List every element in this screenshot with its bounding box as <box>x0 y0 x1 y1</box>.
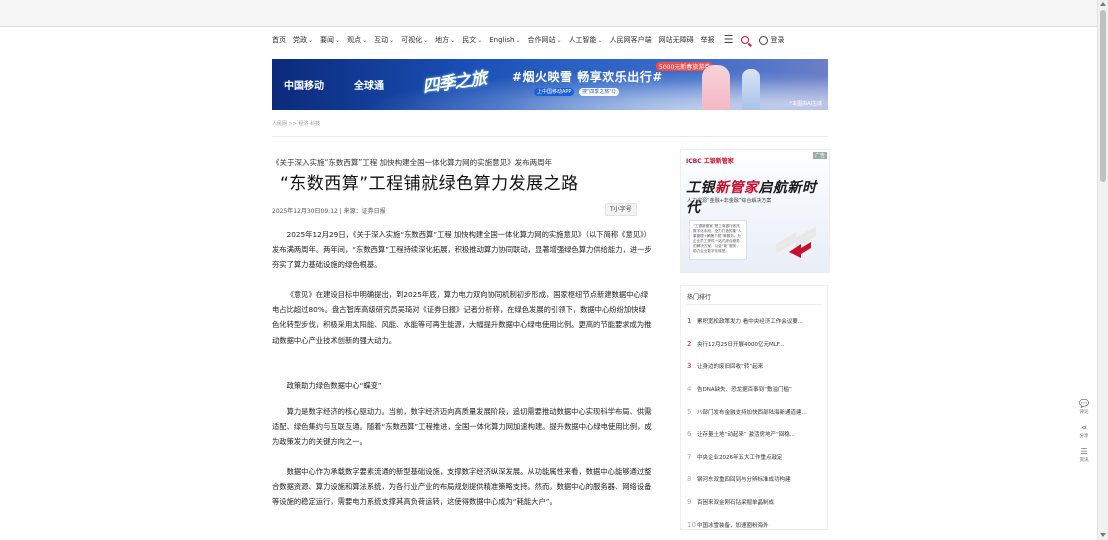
ad-tag: 广告 <box>812 152 827 159</box>
article-paragraph: 2025年12月29日，《关于深入实施“东数西算”工程 加快构建全国一体化算力网… <box>272 230 652 270</box>
nav-item-opinion[interactable]: 观点 ⌄ <box>347 35 367 45</box>
list-item[interactable]: 2 央行12月25日开展4000亿元MLF... <box>687 333 825 356</box>
nav-item-app[interactable]: 人民网客户端 <box>610 35 652 45</box>
banner-person-image-2 <box>742 69 760 110</box>
nav-item-visual[interactable]: 可视化 ⌄ <box>401 35 428 45</box>
divider <box>272 136 828 137</box>
news-icon: ☰ <box>1080 447 1088 456</box>
ad-arrows-graphic <box>776 226 816 258</box>
chevron-down-icon: ⌄ <box>362 36 368 44</box>
nav-item-partners[interactable]: 合作网站 ⌄ <box>528 35 562 45</box>
nav-item-ai[interactable]: 人工智能 ⌄ <box>569 35 603 45</box>
list-item[interactable]: 5 八部门发布金融支持加快西部陆海新通道建... <box>687 400 825 423</box>
article-kicker: 《关于深入实施“东数西算”工程 加快构建全国一体化算力网的实施意见》发布两周年 <box>272 158 553 167</box>
nav-item-accessibility[interactable]: 网站无障碍 <box>659 35 694 45</box>
nav-item-report[interactable]: 举报 <box>701 35 715 45</box>
browser-top-bar <box>0 0 1098 27</box>
floating-side-tools: 💬 评论 ⋖ 分享 ☰ 资讯 <box>1074 399 1094 471</box>
hamburger-menu-icon[interactable]: ☰ <box>724 34 734 45</box>
top-nav: 首页 党政 ⌄ 要闻 ⌄ 观点 ⌄ 互动 ⌄ 可视化 ⌄ 地方 ⌄ 民文 ⌄ English ⌄… <box>272 34 828 46</box>
user-icon <box>759 35 769 45</box>
chevron-down-icon: ⌄ <box>423 36 429 44</box>
nav-item-party[interactable]: 党政 ⌄ <box>293 35 313 45</box>
banner-app-button: 上中国移动APP <box>534 88 575 96</box>
chevron-down-icon: ⌄ <box>515 36 521 44</box>
list-item[interactable]: 6 让存量土地“动起来” 激活房地产“回稳... <box>687 423 825 446</box>
scroll-up-arrow-icon[interactable] <box>1100 2 1106 6</box>
chevron-down-icon: ⌄ <box>389 36 395 44</box>
search-icon[interactable] <box>741 36 750 44</box>
article-subheading: 政策助力绿色数据中心“蝶变” <box>286 381 382 390</box>
china-mobile-logo: 中国移动 <box>284 81 324 92</box>
article-paragraph: 《意见》在建设目标中明确提出，到2025年底，算力电力双向协同机制初步形成，国家… <box>272 290 652 345</box>
nav-item-interact[interactable]: 互动 ⌄ <box>374 35 394 45</box>
font-size-toggle[interactable]: T小字号 <box>605 203 637 216</box>
list-item[interactable]: 7 中央企业2026年五大工作重点敲定 <box>687 446 825 469</box>
ad-card: “工银新管家”是工商银行依托数字化手段，全力打造的集“人事管理+薪酬个税”等服务… <box>689 220 747 260</box>
hot-ranking-panel: 热门排行 1 累积宽松政策发力 看中央经济工作会议要... 2 央行12月25日开展… <box>680 285 828 530</box>
scrollbar[interactable] <box>1097 0 1108 540</box>
chevron-down-icon: ⌄ <box>335 36 341 44</box>
banner-slogan: #烟火映雪 畅享欢乐出行# <box>512 70 663 84</box>
list-item[interactable]: 1 累积宽松政策发力 看中央经济工作会议要... <box>687 310 825 333</box>
list-item[interactable]: 9 百困来双金刚石钻采掘单晶制成 <box>687 491 825 514</box>
nav-item-home[interactable]: 首页 <box>272 35 286 45</box>
hot-ranking-title: 热门排行 <box>687 294 712 301</box>
share-button[interactable]: ⋖ 分享 <box>1074 423 1094 445</box>
icbc-logo: ICBC 工银新管家 <box>686 158 734 165</box>
article-paragraph: 算力是数字经济的核心驱动力。当前，数字经济迈向高质量发展阶段，追切需要推动数据中… <box>272 407 652 447</box>
list-item[interactable]: 10 中国冰雪装备，加速圈粉海外 <box>687 513 825 536</box>
list-item[interactable]: 8 钢河东双重四回到与分辨标准成功构建 <box>687 468 825 491</box>
comment-icon: 💬 <box>1079 399 1089 408</box>
side-ad-icbc[interactable]: 广告 ICBC 工银新管家 工银新管家启航新时代 人力资源“金融+非金融”综合解… <box>680 149 830 273</box>
divider <box>687 304 822 305</box>
scroll-down-arrow-icon[interactable] <box>1100 533 1106 537</box>
nav-item-news[interactable]: 要闻 ⌄ <box>320 35 340 45</box>
list-item[interactable]: 3 让身边的废旧回收“转”起来 <box>687 355 825 378</box>
chevron-down-icon: ⌄ <box>477 36 483 44</box>
chevron-down-icon: ⌄ <box>308 36 314 44</box>
article-title: “东数西算”工程铺就绿色算力发展之路 <box>280 174 579 194</box>
hot-ranking-list: 1 累积宽松政策发力 看中央经济工作会议要... 2 央行12月25日开展4000亿… <box>687 310 825 536</box>
ad-subtitle: 人力资源“金融+非金融”综合解决方案 <box>687 198 772 204</box>
banner-search-pill: 搜"四季之旅"Q <box>579 88 619 96</box>
nav-item-local[interactable]: 地方 ⌄ <box>435 35 455 45</box>
list-item[interactable]: 4 告DNA缺失、恐龙据百事到“敷溢门槛” <box>687 378 825 401</box>
banner-person-image <box>702 65 730 110</box>
chevron-down-icon: ⌄ <box>556 36 562 44</box>
comment-button[interactable]: 💬 评论 <box>1074 399 1094 421</box>
chevron-down-icon: ⌄ <box>597 36 603 44</box>
breadcrumb[interactable]: 人民网 >> 经济·科技 <box>272 120 320 127</box>
chevron-down-icon: ⌄ <box>450 36 456 44</box>
news-button[interactable]: ☰ 资讯 <box>1074 447 1094 469</box>
login-button[interactable]: 登录 <box>759 35 784 45</box>
nav-item-english[interactable]: English ⌄ <box>489 36 520 44</box>
nav-item-minority[interactable]: 民文 ⌄ <box>462 35 482 45</box>
banner-ai-note: *本图由AI生成 <box>789 101 822 107</box>
scroll-thumb[interactable] <box>1100 10 1106 182</box>
share-icon: ⋖ <box>1080 423 1088 432</box>
article-paragraph: 数据中心作为承载数字要素流通的新型基础设施，支撑数字经济纵深发展。从功能属性来看… <box>272 467 652 507</box>
ad-banner[interactable]: 中国移动 全球通 四季之旅 #烟火映雪 畅享欢乐出行# 上中国移动APP 搜"四… <box>272 59 828 110</box>
global-pass-logo: 全球通 <box>354 81 384 92</box>
article-meta: 2025年12月30日09:12 | 来源：证券日报 <box>272 208 386 215</box>
